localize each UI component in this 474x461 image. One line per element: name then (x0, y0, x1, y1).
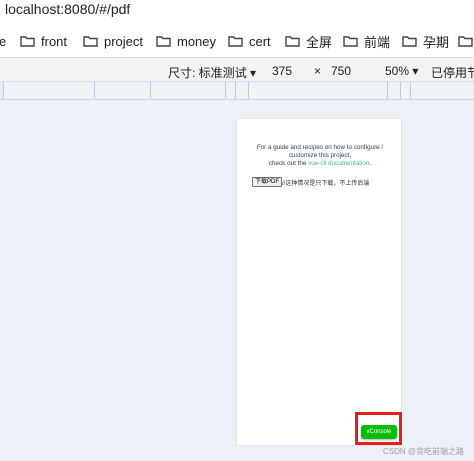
bookmark-folder-pregnancy[interactable]: 孕期 (402, 24, 450, 57)
width-input[interactable]: 375 (272, 64, 292, 78)
intro-line: check out the vue-cli documentation. (245, 160, 395, 168)
media-query-bar (0, 82, 474, 100)
bookmark-label: project (104, 33, 144, 49)
device-toolbar: 尺寸: 标准测试 ▾ 375 × 750 50% ▾ 已停用节 (0, 58, 474, 82)
bookmark-label: 孕期 (423, 34, 450, 50)
folder-icon (458, 35, 473, 47)
device-viewport: For a guide and recipes on how to config… (236, 118, 402, 446)
folder-icon (83, 35, 98, 47)
intro-text-prefix: check out the (268, 160, 309, 167)
bookmark-folder-frontend[interactable]: 前端 (343, 24, 391, 57)
watermark: CSDN @贪吃前端之路 (383, 447, 465, 456)
bookmark-label: 前端 (364, 34, 391, 50)
bookmark-label: money (177, 33, 217, 49)
bookmark-folder-money[interactable]: money (156, 24, 217, 57)
folder-icon (343, 35, 358, 47)
media-query-segment[interactable] (387, 82, 400, 99)
highlight-box (355, 412, 402, 445)
intro-line: customize this project, (288, 152, 352, 159)
bookmark-folder-fullscreen[interactable]: 全屏 (285, 24, 333, 57)
bookmark-label: 全屏 (306, 34, 333, 50)
bookmark-folder-overflow[interactable] (458, 24, 474, 57)
zoom-select[interactable]: 50% ▾ (385, 64, 418, 78)
intro-text-suffix: . (369, 160, 372, 167)
bookmark-folder-project[interactable]: project (83, 24, 144, 57)
folder-icon (285, 35, 300, 47)
vue-cli-docs-link[interactable]: vue-cli documentation (308, 160, 369, 167)
folder-icon (228, 35, 243, 47)
folder-icon (402, 35, 417, 47)
dimension-separator: × (314, 64, 322, 78)
download-note: //这种情况是只下载，不上传后端 (282, 180, 370, 187)
media-query-segment[interactable] (225, 82, 235, 99)
bookmark-label: e (0, 34, 6, 49)
bookmark-label: cert (249, 33, 271, 49)
folder-icon (156, 35, 171, 47)
folder-icon (20, 35, 35, 47)
bookmarks-bar: e front project money cert 全屏 前端 孕期 (0, 24, 474, 58)
bookmark-item-e[interactable]: e (0, 24, 6, 57)
throttle-select[interactable]: 已停用节 (431, 64, 474, 81)
media-query-segment[interactable] (248, 82, 387, 99)
media-query-segment[interactable] (400, 82, 410, 99)
device-select[interactable]: 尺寸: 标准测试 ▾ (168, 64, 256, 81)
url-text[interactable]: localhost:8080/#/pdf (5, 1, 130, 17)
address-bar[interactable]: localhost:8080/#/pdf (0, 0, 474, 24)
media-query-segment[interactable] (94, 82, 150, 99)
download-pdf-button[interactable]: 下载PDF (252, 177, 283, 187)
bookmark-label: front (41, 33, 68, 49)
height-input[interactable]: 750 (331, 64, 351, 78)
intro-text: For a guide and recipes on how to config… (245, 144, 395, 168)
bookmark-folder-cert[interactable]: cert (228, 24, 271, 57)
download-row: 下载PDF //这种情况是只下载，不上传后端 (252, 177, 369, 187)
media-query-segment[interactable] (235, 82, 248, 99)
media-query-segment[interactable] (150, 82, 225, 99)
media-query-segment[interactable] (410, 82, 474, 99)
intro-line: For a guide and recipes on how to config… (256, 144, 384, 151)
bookmark-folder-front[interactable]: front (20, 24, 68, 57)
media-query-segment[interactable] (3, 82, 94, 99)
